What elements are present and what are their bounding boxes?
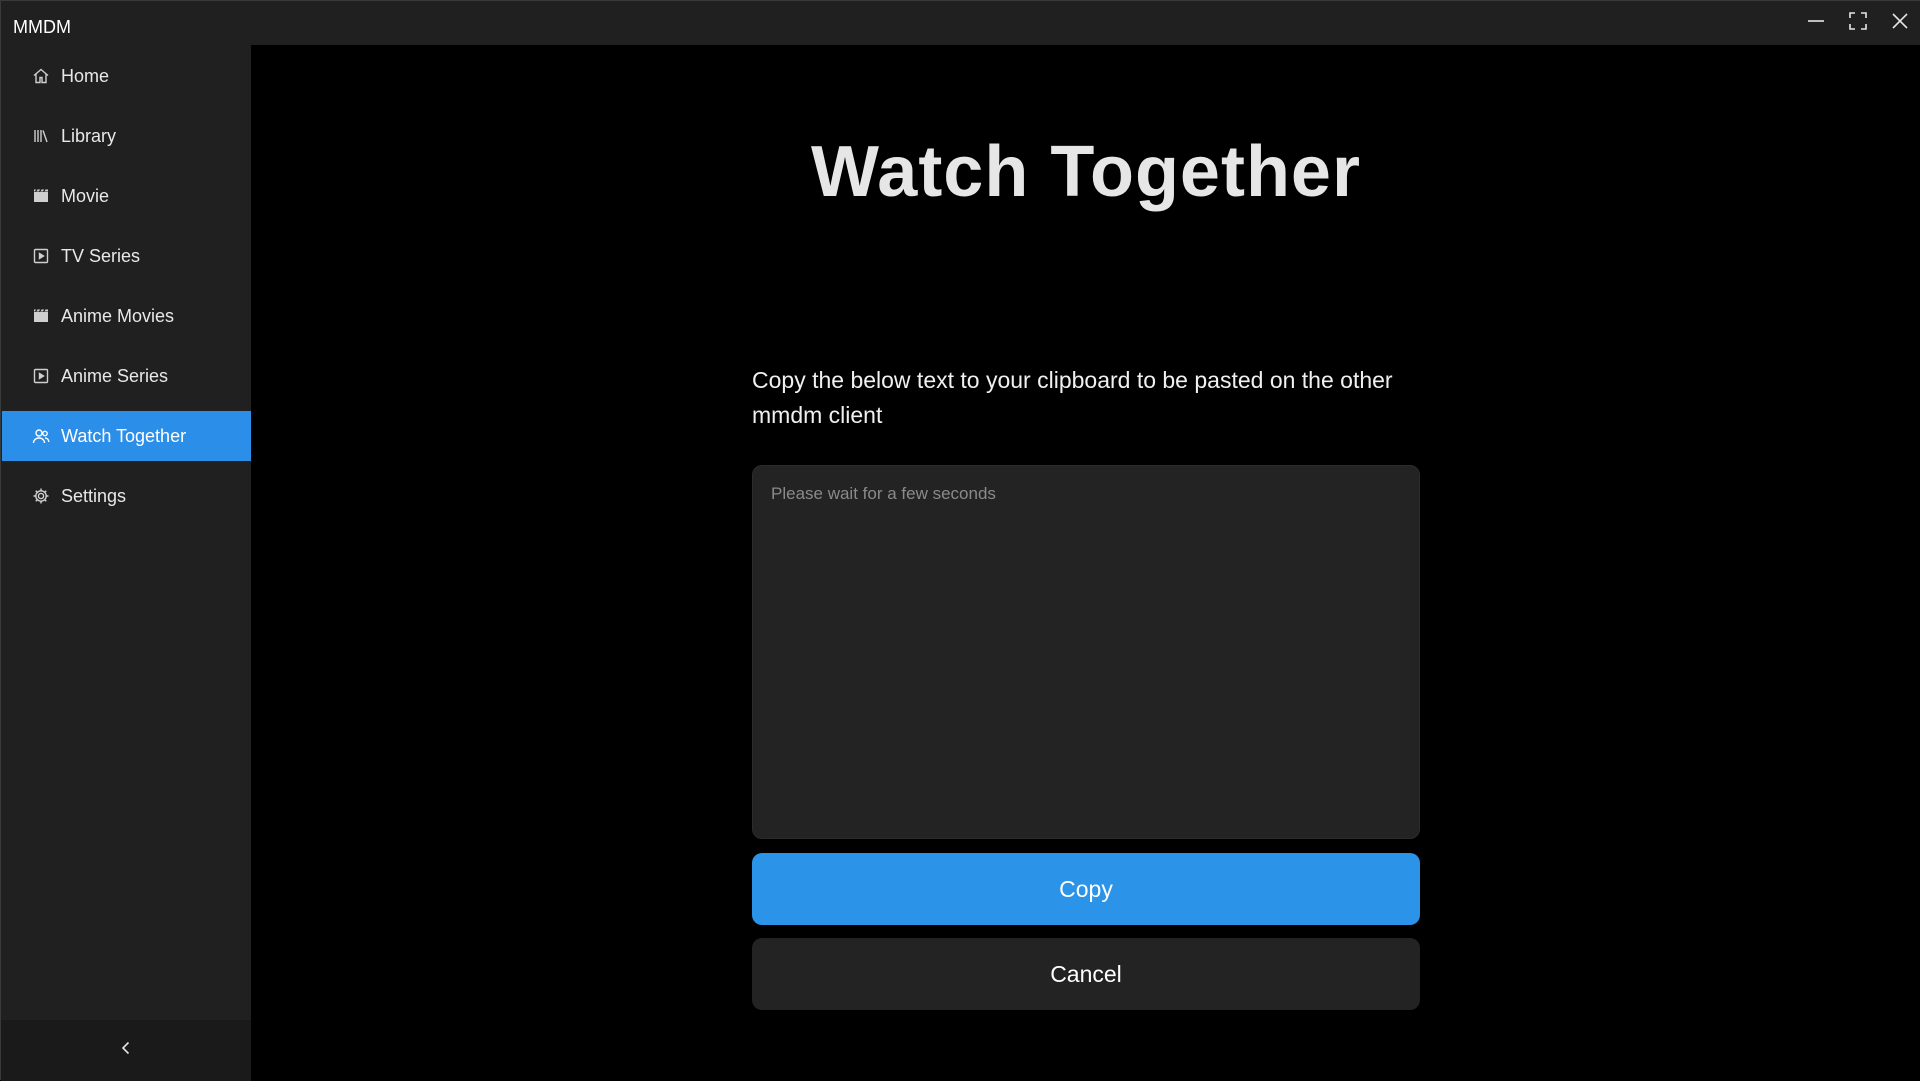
title-bar[interactable]: MMDM xyxy=(1,1,1920,45)
sidebar-item-label: Library xyxy=(61,125,117,146)
maximize-button[interactable] xyxy=(1837,1,1879,45)
sidebar: Home Library Movie TV Series Anime Movie… xyxy=(1,45,251,1081)
page-title: Watch Together xyxy=(811,132,1361,212)
main-content: Watch Together Copy the below text to yo… xyxy=(251,45,1920,1081)
close-button[interactable] xyxy=(1879,1,1920,45)
clapperboard-icon xyxy=(31,306,51,326)
sidebar-item-label: Settings xyxy=(61,485,127,506)
sidebar-item-label: TV Series xyxy=(61,245,141,266)
clapperboard-icon xyxy=(31,186,51,206)
home-icon xyxy=(31,66,51,86)
gear-icon xyxy=(31,486,51,506)
sidebar-item-label: Anime Movies xyxy=(61,305,175,326)
sidebar-item-anime-movies[interactable]: Anime Movies xyxy=(2,291,251,341)
copy-button[interactable]: Copy xyxy=(752,853,1420,925)
app-title: MMDM xyxy=(13,17,71,37)
play-square-icon xyxy=(31,246,51,266)
sidebar-item-label: Movie xyxy=(61,185,110,206)
library-icon xyxy=(31,126,51,146)
maximize-icon xyxy=(1849,11,1867,35)
sidebar-item-tv-series[interactable]: TV Series xyxy=(2,231,251,281)
people-icon xyxy=(31,426,51,446)
sidebar-item-label: Anime Series xyxy=(61,365,169,386)
sidebar-item-watch-together[interactable]: Watch Together xyxy=(2,411,251,461)
sidebar-item-anime-series[interactable]: Anime Series xyxy=(2,351,251,401)
app-window: MMDM Home Library Movie TV Series Anime … xyxy=(0,0,1920,1081)
minimize-button[interactable] xyxy=(1795,1,1837,45)
sidebar-item-library[interactable]: Library xyxy=(2,111,251,161)
minimize-icon xyxy=(1807,12,1825,35)
chevron-left-icon xyxy=(118,1040,134,1061)
play-square-icon xyxy=(31,366,51,386)
instructions-text: Copy the below text to your clipboard to… xyxy=(752,367,1393,428)
sidebar-item-settings[interactable]: Settings xyxy=(2,471,251,521)
sidebar-item-label: Watch Together xyxy=(61,425,187,446)
close-icon xyxy=(1891,12,1909,35)
window-controls xyxy=(1795,1,1920,45)
sidebar-item-movie[interactable]: Movie xyxy=(2,171,251,221)
cancel-button[interactable]: Cancel xyxy=(752,938,1420,1010)
sidebar-item-home[interactable]: Home xyxy=(2,51,251,101)
sidebar-item-label: Home xyxy=(61,65,110,86)
share-code-textarea[interactable] xyxy=(752,465,1420,839)
sidebar-collapse-button[interactable] xyxy=(1,1020,251,1081)
